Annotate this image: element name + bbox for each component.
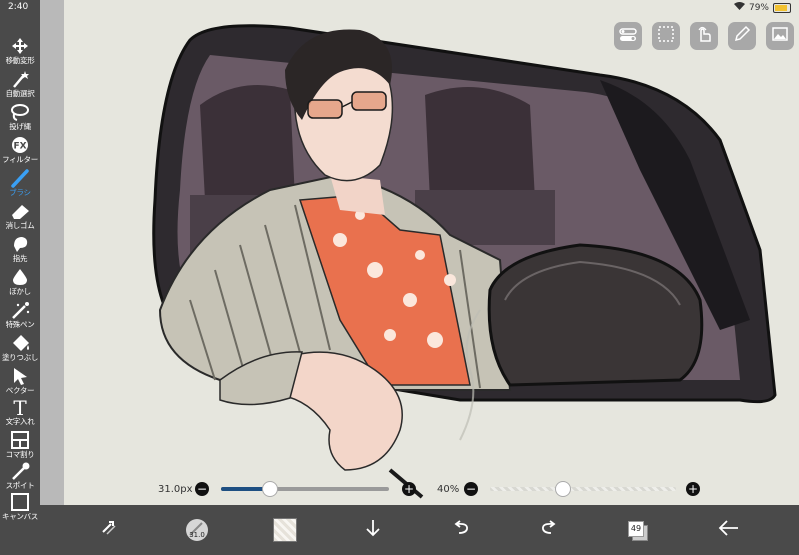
tool-special-pen[interactable]: 特殊ペン — [0, 300, 40, 329]
plus-icon: + — [687, 482, 699, 496]
tool-brush[interactable]: ブラシ — [0, 168, 40, 197]
drawing-canvas[interactable] — [40, 0, 799, 505]
tool-eyedropper[interactable]: スポイト — [0, 461, 40, 490]
move-icon — [0, 36, 40, 56]
gesture-button[interactable] — [690, 22, 718, 50]
status-right: 79% — [733, 2, 791, 13]
opacity-track[interactable] — [490, 487, 676, 491]
canvas-icon — [0, 492, 40, 512]
color-swatch — [273, 518, 297, 542]
hand-icon — [695, 25, 713, 47]
brush-preview: 31.0 — [185, 518, 209, 542]
layers-icon: 49 — [627, 520, 648, 541]
brush-size-track[interactable] — [221, 487, 389, 491]
battery-icon — [773, 2, 791, 13]
minus-icon: − — [465, 482, 477, 496]
opacity-knob[interactable] — [554, 481, 571, 497]
vector-icon — [0, 366, 40, 386]
brush-icon — [0, 168, 40, 188]
tool-lasso[interactable]: 投げ縄 — [0, 102, 40, 131]
fx-icon: FX — [0, 135, 40, 155]
artwork-illustration — [40, 0, 799, 505]
battery-percent: 79% — [748, 2, 769, 13]
tool-move[interactable]: 移動変形 — [0, 36, 40, 65]
brush-size-decrease-button[interactable]: − — [195, 482, 209, 496]
status-time: 2:40 — [8, 2, 29, 12]
pencil-icon — [733, 25, 751, 47]
finger-icon — [0, 234, 40, 254]
color-swap-button[interactable] — [92, 513, 126, 547]
eraser-icon — [0, 201, 40, 221]
bottom-toolbar: 31.0 49 — [40, 505, 799, 555]
selection-button[interactable] — [652, 22, 680, 50]
redo-icon — [539, 518, 559, 542]
layers-button[interactable]: 49 — [620, 513, 654, 547]
lasso-icon — [0, 102, 40, 122]
arrow-left-icon — [718, 518, 740, 542]
image-button[interactable] — [766, 22, 794, 50]
arrow-down-icon — [363, 518, 383, 542]
magic-wand-icon — [0, 69, 40, 89]
download-button[interactable] — [356, 513, 390, 547]
tool-fill[interactable]: 塗りつぶし — [0, 333, 40, 362]
svg-text:T: T — [13, 397, 27, 417]
text-icon: T — [0, 396, 40, 420]
pen-button[interactable] — [728, 22, 756, 50]
image-icon — [771, 25, 789, 47]
tool-eraser[interactable]: 消しゴム — [0, 201, 40, 230]
opacity-decrease-button[interactable]: − — [464, 482, 478, 496]
tool-text[interactable]: T 文字入れ — [0, 396, 40, 426]
brush-size-knob[interactable] — [261, 481, 278, 497]
wifi-icon — [733, 2, 745, 13]
eyedropper-icon — [0, 461, 40, 481]
left-toolbar: 移動変形 自動選択 投げ縄 FX フィルター ブラシ 消しゴム 指先 ぼかし 特… — [0, 0, 40, 555]
toggle-layer-button[interactable] — [614, 22, 642, 50]
brush-size-badge: 31.0 — [189, 531, 205, 539]
opacity-label: 40% — [437, 484, 460, 495]
back-button[interactable] — [712, 513, 746, 547]
undo-icon — [451, 518, 471, 542]
redo-button[interactable] — [532, 513, 566, 547]
canvas-edge-shadow — [40, 0, 64, 505]
dashed-selection-icon — [657, 25, 675, 47]
color-swatch-button[interactable] — [268, 513, 302, 547]
transform-arrows-icon — [99, 518, 119, 542]
plus-icon: + — [403, 482, 415, 496]
undo-button[interactable] — [444, 513, 478, 547]
tool-frame[interactable]: コマ割り — [0, 430, 40, 459]
tool-blur[interactable]: ぼかし — [0, 267, 40, 296]
frame-icon — [0, 430, 40, 450]
brush-preview-button[interactable]: 31.0 — [180, 513, 214, 547]
tool-auto-select[interactable]: 自動選択 — [0, 69, 40, 98]
layer-count: 49 — [628, 521, 644, 537]
fill-icon — [0, 333, 40, 353]
brush-size-increase-button[interactable]: + — [402, 482, 416, 496]
tool-filter[interactable]: FX フィルター — [0, 135, 40, 164]
toggle-icon — [619, 27, 637, 46]
blur-icon — [0, 267, 40, 287]
opacity-increase-button[interactable]: + — [686, 482, 700, 496]
tool-canvas[interactable]: キャンバス — [0, 492, 40, 521]
tool-finger[interactable]: 指先 — [0, 234, 40, 263]
brush-size-label: 31.0px — [158, 484, 193, 495]
tool-vector[interactable]: ベクター — [0, 366, 40, 395]
special-pen-icon — [0, 300, 40, 320]
svg-text:FX: FX — [13, 142, 26, 152]
status-bar: 2:40 79% — [0, 0, 799, 16]
minus-icon: − — [196, 482, 208, 496]
